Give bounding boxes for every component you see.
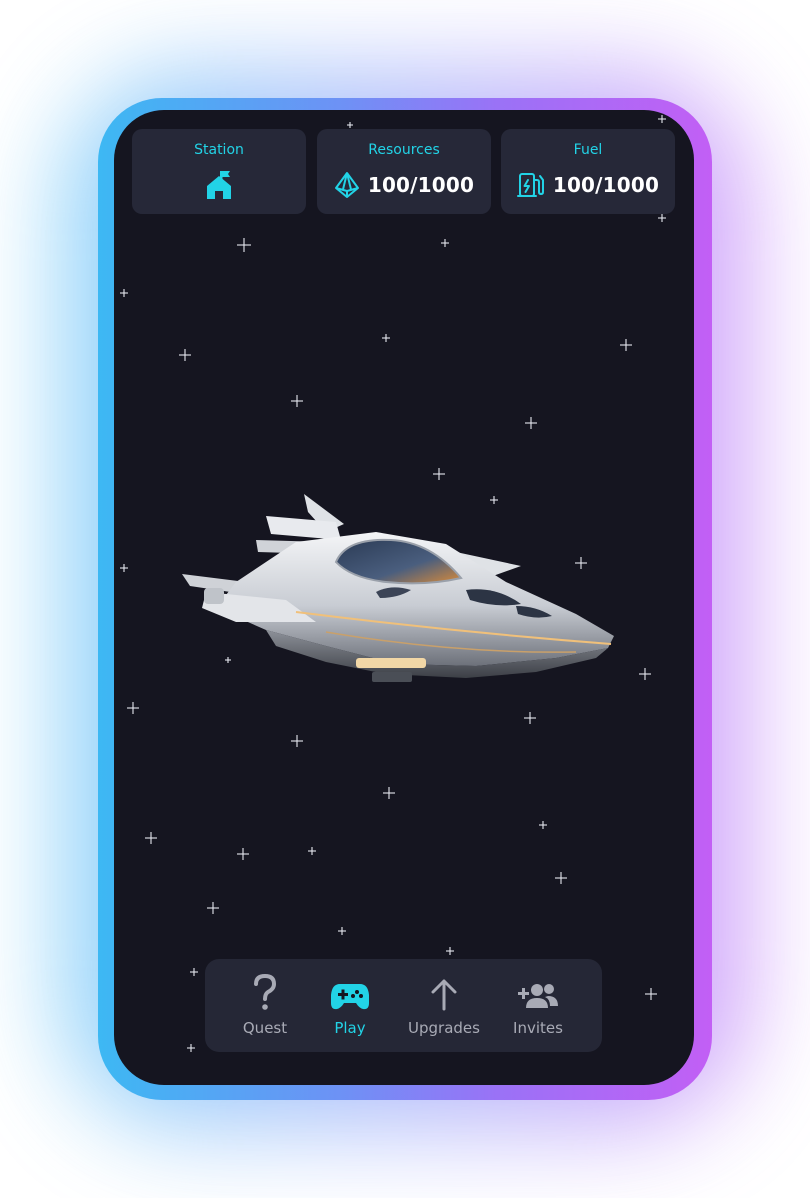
- fuel-value: 100/1000: [552, 173, 660, 197]
- nav-label-play: Play: [334, 1019, 366, 1037]
- nav-label-invites: Invites: [513, 1019, 563, 1037]
- nav-item-invites[interactable]: Invites: [493, 959, 583, 1052]
- add-user-icon: [517, 959, 559, 1011]
- fuel-card[interactable]: Fuel 100/1000: [501, 129, 675, 214]
- star-icon: [658, 115, 666, 123]
- fuel-pump-icon: [516, 171, 545, 199]
- star-icon: [658, 214, 666, 222]
- bottom-nav: Quest Play Upgrades Invites: [205, 959, 602, 1052]
- star-icon: [291, 395, 303, 407]
- crystal-icon: [334, 171, 360, 199]
- star-icon: [145, 832, 157, 844]
- star-icon: [446, 947, 454, 955]
- question-icon: [251, 959, 279, 1011]
- station-card[interactable]: Station: [132, 129, 306, 214]
- star-icon: [347, 122, 353, 128]
- star-icon: [555, 872, 567, 884]
- star-icon: [620, 339, 632, 351]
- star-icon: [441, 239, 449, 247]
- resources-value: 100/1000: [367, 173, 475, 197]
- fuel-label: Fuel: [573, 142, 603, 158]
- star-icon: [120, 564, 128, 572]
- star-icon: [539, 821, 547, 829]
- nav-item-quest[interactable]: Quest: [220, 959, 310, 1052]
- star-icon: [179, 349, 191, 361]
- nav-item-upgrades[interactable]: Upgrades: [399, 959, 489, 1052]
- star-icon: [127, 702, 139, 714]
- star-icon: [433, 468, 445, 480]
- star-icon: [190, 968, 198, 976]
- game-screen: Station Resources 100/1000 Fuel 100/1000…: [114, 110, 694, 1085]
- star-icon: [237, 238, 251, 252]
- star-icon: [382, 334, 390, 342]
- star-icon: [645, 988, 657, 1000]
- star-icon: [525, 417, 537, 429]
- star-icon: [383, 787, 395, 799]
- star-icon: [207, 902, 219, 914]
- gamepad-icon: [330, 959, 370, 1011]
- star-icon: [237, 848, 249, 860]
- station-label: Station: [194, 142, 244, 158]
- spaceship-icon[interactable]: [176, 482, 646, 722]
- arrow-up-icon: [429, 959, 459, 1011]
- nav-label-upgrades: Upgrades: [408, 1019, 480, 1037]
- resources-card[interactable]: Resources 100/1000: [317, 129, 491, 214]
- nav-label-quest: Quest: [242, 1019, 288, 1037]
- star-icon: [308, 847, 316, 855]
- resources-label: Resources: [368, 142, 440, 158]
- star-icon: [120, 289, 128, 297]
- star-icon: [338, 927, 346, 935]
- station-house-flag-icon: [205, 169, 233, 201]
- star-icon: [187, 1044, 195, 1052]
- star-icon: [291, 735, 303, 747]
- nav-item-play[interactable]: Play: [305, 959, 395, 1052]
